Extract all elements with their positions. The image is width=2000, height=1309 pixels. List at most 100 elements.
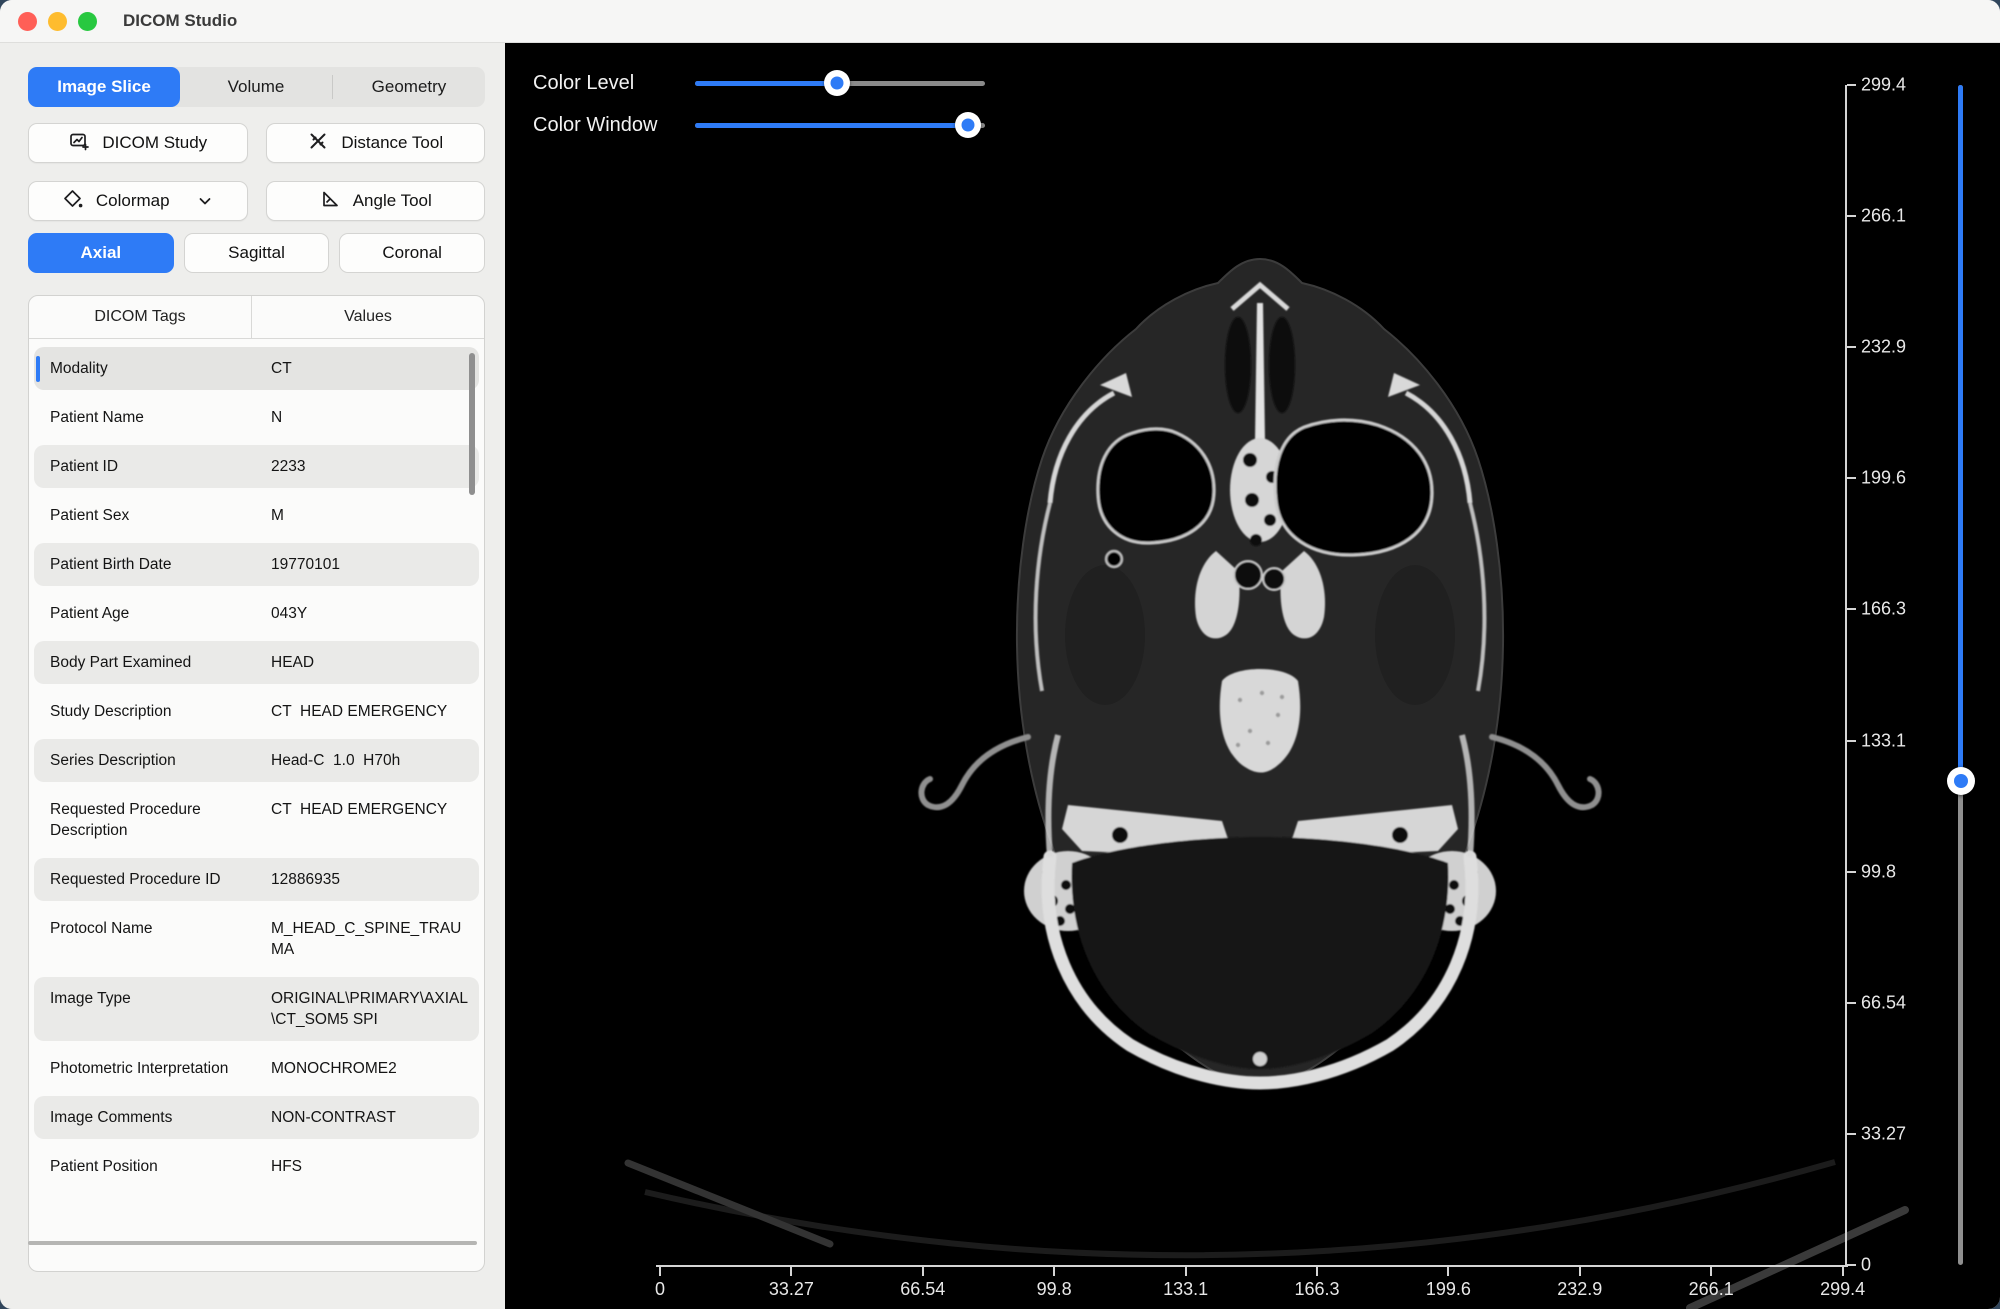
- dicom-study-icon: [68, 130, 90, 157]
- sidebar: Image Slice Volume Geometry DICOM Study: [0, 42, 505, 1309]
- angle-tool-label: Angle Tool: [353, 191, 432, 211]
- table-row[interactable]: Patient Age043Y: [34, 592, 479, 635]
- v-axis-tick: [1847, 740, 1856, 742]
- h-axis-tick-label: 299.4: [1820, 1279, 1865, 1300]
- orientation-sagittal-button[interactable]: Sagittal: [184, 233, 330, 273]
- table-row[interactable]: Study DescriptionCT HEAD EMERGENCY: [34, 690, 479, 733]
- close-window-button[interactable]: [18, 12, 37, 31]
- value-cell: 043Y: [246, 603, 479, 624]
- table-row[interactable]: Patient SexM: [34, 494, 479, 537]
- h-axis-tick-label: 99.8: [1037, 1279, 1072, 1300]
- tag-cell: Requested Procedure ID: [34, 869, 246, 890]
- zoom-window-button[interactable]: [78, 12, 97, 31]
- table-row[interactable]: Patient PositionHFS: [34, 1145, 479, 1188]
- color-level-slider-handle[interactable]: [824, 70, 850, 96]
- value-cell: HEAD: [246, 652, 479, 673]
- dicom-tags-table: DICOM Tags Values ModalityCTPatient Name…: [28, 295, 485, 1272]
- v-axis-tick: [1847, 84, 1856, 86]
- color-level-slider[interactable]: [695, 81, 985, 86]
- table-row[interactable]: Patient NameN: [34, 396, 479, 439]
- table-row[interactable]: Image CommentsNON-CONTRAST: [34, 1096, 479, 1139]
- v-axis-tick: [1847, 1264, 1856, 1266]
- color-window-slider-fill: [695, 123, 968, 128]
- tab-geometry[interactable]: Geometry: [333, 67, 485, 107]
- table-row[interactable]: Requested Procedure DescriptionCT HEAD E…: [34, 788, 479, 852]
- tag-cell: Study Description: [34, 701, 246, 722]
- color-level-label: Color Level: [533, 72, 634, 95]
- tag-cell: Image Comments: [34, 1107, 246, 1128]
- table-row[interactable]: Requested Procedure ID12886935: [34, 858, 479, 901]
- value-cell: CT HEAD EMERGENCY: [246, 701, 479, 722]
- h-axis-tick-label: 133.1: [1163, 1279, 1208, 1300]
- distance-tool-label: Distance Tool: [341, 133, 443, 153]
- slice-slider-handle[interactable]: [1947, 767, 1975, 795]
- v-axis-tick: [1847, 1002, 1856, 1004]
- orientation-coronal-button[interactable]: Coronal: [339, 233, 485, 273]
- colormap-label: Colormap: [96, 191, 170, 211]
- table-row[interactable]: Protocol NameM_HEAD_C_SPINE_TRAUMA: [34, 907, 479, 971]
- table-row[interactable]: Body Part ExaminedHEAD: [34, 641, 479, 684]
- header-dicom-tags: DICOM Tags: [29, 296, 252, 338]
- window-title: DICOM Studio: [123, 11, 237, 31]
- tag-cell: Body Part Examined: [34, 652, 246, 673]
- scanner-bed-arcs: [505, 1102, 2000, 1309]
- value-cell: 2233: [246, 456, 479, 477]
- minimize-window-button[interactable]: [48, 12, 67, 31]
- v-axis-tick-label: 232.9: [1861, 337, 1906, 358]
- distance-tool-button[interactable]: Distance Tool: [266, 123, 486, 163]
- v-axis-tick: [1847, 1133, 1856, 1135]
- table-row[interactable]: Image TypeORIGINAL\PRIMARY\AXIAL\CT_SOM5…: [34, 977, 479, 1041]
- orientation-axial-button[interactable]: Axial: [28, 233, 174, 273]
- v-axis-tick-label: 33.27: [1861, 1123, 1906, 1144]
- value-cell: MONOCHROME2: [246, 1058, 479, 1079]
- tag-cell: Patient ID: [34, 456, 246, 477]
- tag-cell: Image Type: [34, 988, 246, 1030]
- table-row[interactable]: Patient Birth Date19770101: [34, 543, 479, 586]
- angle-tool-button[interactable]: Angle Tool: [266, 181, 486, 221]
- table-row[interactable]: Patient ID2233: [34, 445, 479, 488]
- orientation-buttons: Axial Sagittal Coronal: [28, 233, 485, 273]
- v-axis-tick-label: 199.6: [1861, 468, 1906, 489]
- tool-buttons: DICOM Study Distance Tool: [28, 123, 485, 239]
- v-axis-tick: [1847, 608, 1856, 610]
- v-axis-tick-label: 66.54: [1861, 992, 1906, 1013]
- tag-cell: Patient Position: [34, 1156, 246, 1177]
- mode-tabs: Image Slice Volume Geometry: [28, 67, 485, 107]
- table-row[interactable]: ModalityCT: [34, 347, 479, 390]
- v-axis-tick-label: 99.8: [1861, 861, 1896, 882]
- color-window-slider[interactable]: [695, 123, 985, 128]
- tag-cell: Series Description: [34, 750, 246, 771]
- table-horizontal-scrollbar[interactable]: [28, 1241, 477, 1245]
- v-axis-tick: [1847, 215, 1856, 217]
- chevron-down-icon: [196, 192, 214, 210]
- h-axis-tick: [1710, 1267, 1712, 1276]
- dicom-study-label: DICOM Study: [102, 133, 207, 153]
- tag-cell: Photometric Interpretation: [34, 1058, 246, 1079]
- v-axis-tick: [1847, 871, 1856, 873]
- v-axis-tick-label: 299.4: [1861, 75, 1906, 96]
- h-axis-tick: [790, 1267, 792, 1276]
- tab-volume[interactable]: Volume: [180, 67, 332, 107]
- h-axis-line: [656, 1265, 1848, 1267]
- table-vertical-scrollbar[interactable]: [469, 353, 475, 495]
- h-axis-tick: [1842, 1267, 1844, 1276]
- h-axis-tick: [1316, 1267, 1318, 1276]
- color-window-slider-handle[interactable]: [955, 112, 981, 138]
- tag-cell: Patient Name: [34, 407, 246, 428]
- tag-cell: Patient Sex: [34, 505, 246, 526]
- v-axis-line: [1845, 85, 1847, 1267]
- h-axis-tick: [1447, 1267, 1449, 1276]
- value-cell: 19770101: [246, 554, 479, 575]
- colormap-icon: [62, 188, 84, 215]
- table-row[interactable]: Series DescriptionHead-C 1.0 H70h: [34, 739, 479, 782]
- table-body: ModalityCTPatient NameNPatient ID2233Pat…: [29, 339, 484, 1202]
- tab-image-slice[interactable]: Image Slice: [28, 67, 180, 107]
- dicom-study-button[interactable]: DICOM Study: [28, 123, 248, 163]
- value-cell: ORIGINAL\PRIMARY\AXIAL\CT_SOM5 SPI: [246, 988, 479, 1030]
- v-axis-tick-label: 133.1: [1861, 730, 1906, 751]
- colormap-button[interactable]: Colormap: [28, 181, 248, 221]
- ct-axial-image[interactable]: [900, 245, 1620, 1105]
- image-viewport[interactable]: Color Level Color Window: [505, 42, 2000, 1309]
- screen: DICOM Studio Image Slice Volume Geometry: [0, 0, 2000, 1309]
- table-row[interactable]: Photometric InterpretationMONOCHROME2: [34, 1047, 479, 1090]
